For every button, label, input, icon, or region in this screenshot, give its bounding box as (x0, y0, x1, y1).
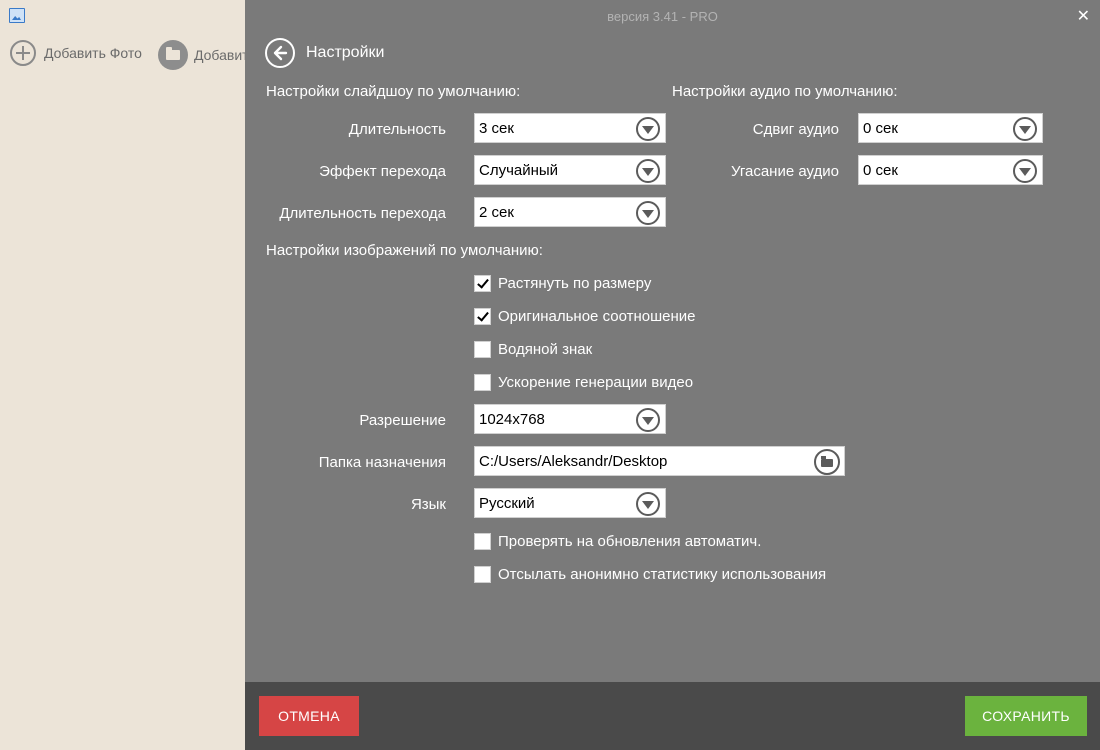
chevron-down-icon (636, 408, 660, 432)
language-select[interactable]: Русский (474, 488, 666, 518)
destination-label: Папка назначения (318, 454, 446, 471)
dialog-footer: ОТМЕНА СОХРАНИТЬ (245, 682, 1100, 750)
auto-update-option[interactable]: Проверять на обновления автоматич. (474, 533, 761, 550)
audio-shift-label: Сдвиг аудио (752, 121, 839, 138)
send-stats-option[interactable]: Отсылать анонимно статистику использован… (474, 566, 826, 583)
watermark-label: Водяной знак (498, 341, 593, 358)
stretch-checkbox[interactable] (474, 275, 491, 292)
add-folder-label: Добавит (194, 47, 249, 63)
version-label: версия 3.41 - PRO (607, 9, 718, 24)
duration-select[interactable]: 3 сек (474, 113, 666, 143)
add-photo-label: Добавить Фото (44, 45, 142, 61)
original-ratio-checkbox[interactable] (474, 308, 491, 325)
stretch-option[interactable]: Растянуть по размеру (474, 275, 651, 292)
transition-effect-value: Случайный (479, 162, 559, 179)
accelerate-checkbox[interactable] (474, 374, 491, 391)
chevron-down-icon (636, 117, 660, 141)
add-photo-button[interactable]: Добавить Фото (10, 40, 142, 66)
stretch-label: Растянуть по размеру (498, 275, 652, 292)
destination-value: C:/Users/Aleksandr/Desktop (479, 453, 668, 470)
audio-fade-label: Угасание аудио (730, 163, 839, 180)
duration-label: Длительность (348, 121, 446, 138)
audio-shift-select[interactable]: 0 сек (858, 113, 1043, 143)
audio-shift-value: 0 сек (863, 120, 898, 137)
chevron-down-icon (636, 159, 660, 183)
chevron-down-icon (1013, 159, 1037, 183)
add-folder-button[interactable]: Добавит (158, 40, 249, 70)
chevron-down-icon (636, 201, 660, 225)
chevron-down-icon (1013, 117, 1037, 141)
settings-panel: версия 3.41 - PRO ✕ Настройки Настройки … (245, 0, 1100, 750)
plus-icon (10, 40, 36, 66)
chevron-down-icon (636, 492, 660, 516)
image-section-heading: Настройки изображений по умолчанию: (266, 242, 543, 259)
save-button[interactable]: СОХРАНИТЬ (965, 696, 1087, 736)
transition-duration-label: Длительность перехода (279, 205, 446, 222)
original-ratio-label: Оригинальное соотношение (498, 308, 696, 325)
transition-duration-value: 2 сек (479, 204, 514, 221)
language-label: Язык (410, 496, 446, 513)
audio-fade-value: 0 сек (863, 162, 898, 179)
auto-update-label: Проверять на обновления автоматич. (498, 533, 762, 550)
audio-section-heading: Настройки аудио по умолчанию: (672, 83, 898, 100)
transition-effect-label: Эффект перехода (319, 163, 446, 180)
transition-duration-select[interactable]: 2 сек (474, 197, 666, 227)
slideshow-section-heading: Настройки слайдшоу по умолчанию: (266, 83, 521, 100)
watermark-option[interactable]: Водяной знак (474, 341, 592, 358)
send-stats-label: Отсылать анонимно статистику использован… (498, 566, 827, 583)
resolution-label: Разрешение (359, 412, 446, 429)
folder-icon (158, 40, 188, 70)
accelerate-label: Ускорение генерации видео (498, 374, 694, 391)
accelerate-option[interactable]: Ускорение генерации видео (474, 374, 693, 391)
language-value: Русский (479, 495, 535, 512)
duration-value: 3 сек (479, 120, 514, 137)
destination-field[interactable]: C:/Users/Aleksandr/Desktop (474, 446, 845, 476)
cancel-button[interactable]: ОТМЕНА (259, 696, 359, 736)
auto-update-checkbox[interactable] (474, 533, 491, 550)
arrow-left-icon (273, 45, 288, 61)
resolution-value: 1024x768 (479, 411, 545, 428)
original-ratio-option[interactable]: Оригинальное соотношение (474, 308, 695, 325)
watermark-checkbox[interactable] (474, 341, 491, 358)
send-stats-checkbox[interactable] (474, 566, 491, 583)
folder-icon[interactable] (814, 449, 840, 475)
audio-fade-select[interactable]: 0 сек (858, 155, 1043, 185)
background-app: Добавить Фото Добавит (0, 0, 249, 750)
app-logo-icon (9, 8, 25, 23)
close-icon[interactable]: ✕ (1077, 6, 1090, 26)
page-title: Настройки (306, 44, 385, 61)
resolution-select[interactable]: 1024x768 (474, 404, 666, 434)
back-button[interactable] (265, 38, 295, 68)
transition-effect-select[interactable]: Случайный (474, 155, 666, 185)
